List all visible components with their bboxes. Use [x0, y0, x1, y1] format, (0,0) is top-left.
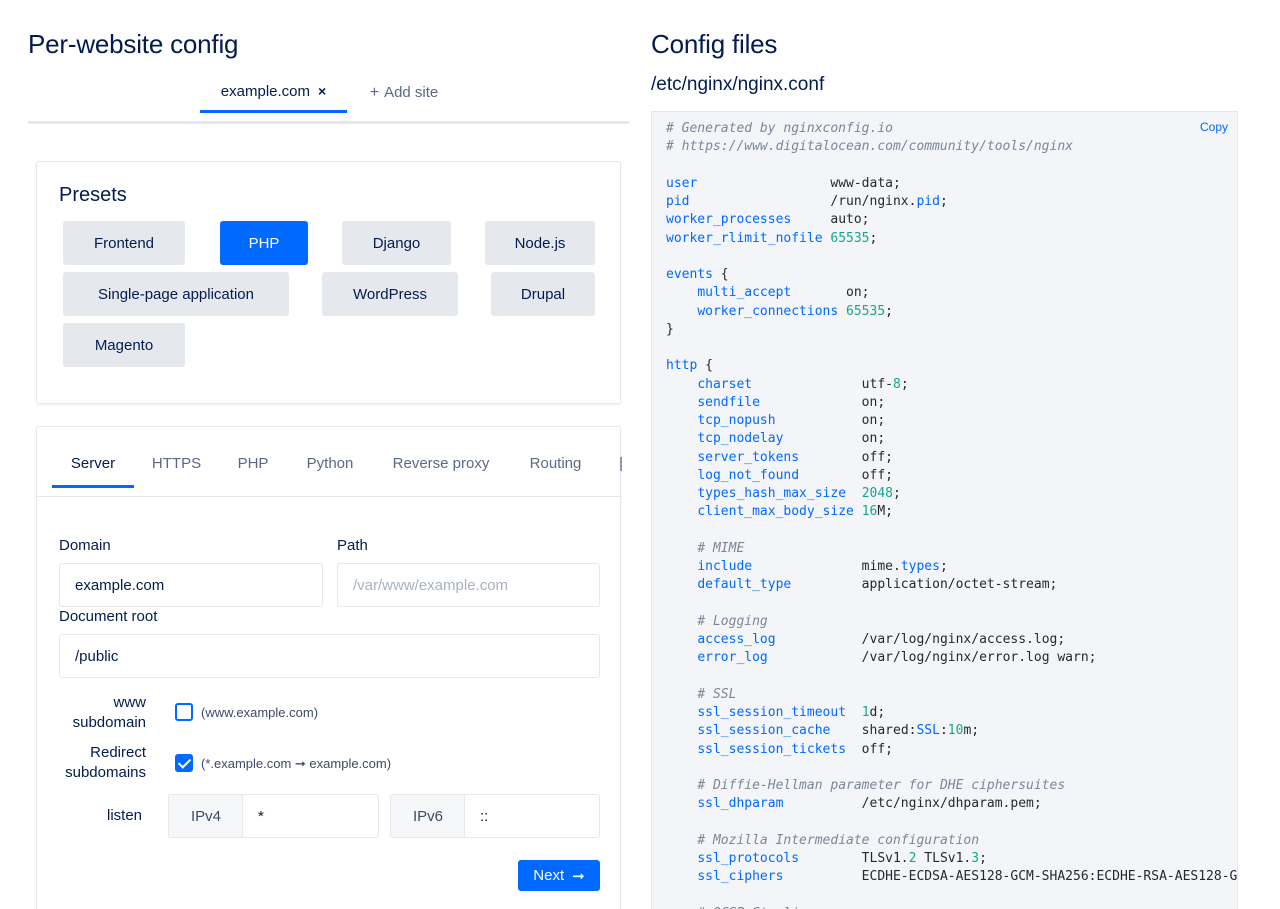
code-line: default_type application/octet-stream; — [697, 577, 1058, 593]
path-input[interactable]: /var/www/example.com — [337, 563, 600, 607]
preset-drupal[interactable]: Drupal — [491, 272, 595, 316]
ipv6-input[interactable]: :: — [464, 794, 600, 838]
code-line: ssl_session_tickets off; — [697, 741, 893, 757]
code-line: error_log /var/log/nginx/error.log warn; — [697, 650, 1097, 666]
tab-server[interactable]: Server — [52, 455, 134, 488]
preset-nodejs[interactable]: Node.js — [485, 221, 595, 265]
document-root-label: Document root — [59, 608, 158, 625]
preset-django[interactable]: Django — [342, 221, 451, 265]
www-subdomain-label: www subdomain — [72, 694, 146, 731]
code-line: # Generated by nginxconfig.io — [666, 121, 893, 136]
code-line: tcp_nopush on; — [697, 413, 886, 428]
code-line: ssl_session_timeout 1d; — [697, 705, 886, 720]
add-site-button[interactable]: + Add site — [364, 72, 444, 113]
code-line: ssl_protocols TLSv1.2 TLSv1.3; — [697, 851, 987, 866]
code-line: worker_processes auto; — [666, 212, 870, 228]
redirect-subdomains-hint: (*.example.com ➞ example.com) — [201, 756, 392, 771]
page-title: Per-website config — [28, 29, 239, 59]
code-line: # SSL — [697, 686, 737, 702]
domain-label: Domain — [59, 537, 111, 554]
code-line: log_not_found off; — [697, 467, 893, 483]
code-line: # https://www.digitalocean.com/community… — [666, 139, 1073, 155]
code-line: ssl_session_cache shared:SSL:10m; — [697, 723, 980, 739]
redirect-subdomains-checkbox[interactable] — [175, 754, 193, 772]
ipv4-input[interactable]: * — [242, 794, 379, 838]
plus-icon: + — [369, 83, 380, 101]
tab-routing[interactable]: Routing — [519, 455, 592, 488]
document-root-input[interactable]: /public — [59, 634, 600, 678]
presets-title: Presets — [59, 184, 127, 206]
code-line: user www-data; — [666, 175, 901, 191]
close-icon[interactable]: × — [318, 83, 326, 99]
code-line: client_max_body_size 16M; — [697, 504, 893, 520]
ipv6-addon: IPv6 — [390, 794, 465, 838]
site-tabs: example.com × + Add site — [28, 72, 629, 124]
server-config-card: Server HTTPS PHP Python Reverse proxy Ro… — [36, 426, 622, 909]
next-button[interactable]: Next ➞ — [518, 860, 600, 891]
code-line: charset utf-8; — [697, 376, 909, 392]
code-line: include mime.types; — [697, 559, 948, 574]
preset-spa[interactable]: Single-page application — [63, 272, 289, 316]
code-line: multi_accept on; — [697, 285, 870, 301]
ipv4-addon: IPv4 — [168, 794, 243, 838]
code-line: pid /run/nginx.pid; — [666, 194, 948, 209]
code-line: sendfile on; — [697, 394, 886, 410]
next-label: Next — [533, 867, 565, 884]
code-line: # Diffie-Hellman parameter for DHE ciphe… — [697, 778, 1066, 793]
presets-card: Presets Frontend PHP Django Node.js Sing… — [36, 161, 621, 404]
preset-magento[interactable]: Magento — [63, 323, 185, 367]
path-label: Path — [337, 537, 368, 554]
code-content: # Generated by nginxconfig.io # https://w… — [666, 120, 1238, 909]
code-line: access_log /var/log/nginx/access.log; — [697, 632, 1066, 647]
code-line: # Logging — [697, 613, 768, 629]
redirect-subdomains-label: Redirect subdomains — [65, 744, 146, 781]
add-site-label: Add site — [384, 84, 439, 101]
www-subdomain-hint: (www.example.com) — [201, 705, 319, 720]
tab-https[interactable]: HTTPS — [145, 455, 208, 488]
tab-python[interactable]: Python — [297, 455, 363, 488]
file-name: /etc/nginx/nginx.conf — [651, 74, 825, 95]
code-line: server_tokens off; — [697, 449, 893, 465]
site-tab-label: example.com — [220, 82, 310, 100]
code-line: # Mozilla Intermediate configuration — [697, 832, 980, 848]
code-line: tcp_nodelay on; — [697, 431, 886, 447]
preset-wordpress[interactable]: WordPress — [322, 272, 458, 316]
code-line: types_hash_max_size 2048; — [697, 486, 901, 501]
code-line: # MIME — [697, 540, 745, 556]
domain-input[interactable]: example.com — [59, 563, 323, 607]
preset-frontend[interactable]: Frontend — [63, 221, 185, 265]
www-subdomain-checkbox[interactable] — [175, 703, 193, 721]
arrow-right-icon: ➞ — [572, 867, 585, 885]
site-tab-example[interactable]: example.com × — [200, 72, 347, 113]
listen-label: listen — [107, 807, 143, 824]
code-line: http { — [666, 358, 713, 374]
code-line: } — [666, 321, 674, 337]
tab-reverse-proxy[interactable]: Reverse proxy — [383, 455, 499, 488]
config-files-title: Config files — [651, 29, 778, 59]
server-tabs: Server HTTPS PHP Python Reverse proxy Ro… — [37, 427, 622, 497]
preset-php[interactable]: PHP — [220, 221, 308, 265]
code-line: worker_connections 65535; — [697, 303, 893, 319]
code-block: Copy # Generated by nginxconfig.io # http… — [651, 111, 1238, 909]
code-line: ssl_dhparam /etc/nginx/dhparam.pem; — [697, 796, 1042, 812]
tab-overflow[interactable] — [620, 457, 622, 471]
tab-php[interactable]: PHP — [229, 455, 277, 488]
code-line: ssl_ciphers ECDHE-ECDSA-AES128-GCM-SHA25… — [697, 869, 1238, 885]
code-line: events { — [666, 267, 729, 282]
code-line: # OCSP Stapling — [666, 905, 1237, 909]
code-line: worker_rlimit_nofile 65535; — [666, 230, 878, 246]
